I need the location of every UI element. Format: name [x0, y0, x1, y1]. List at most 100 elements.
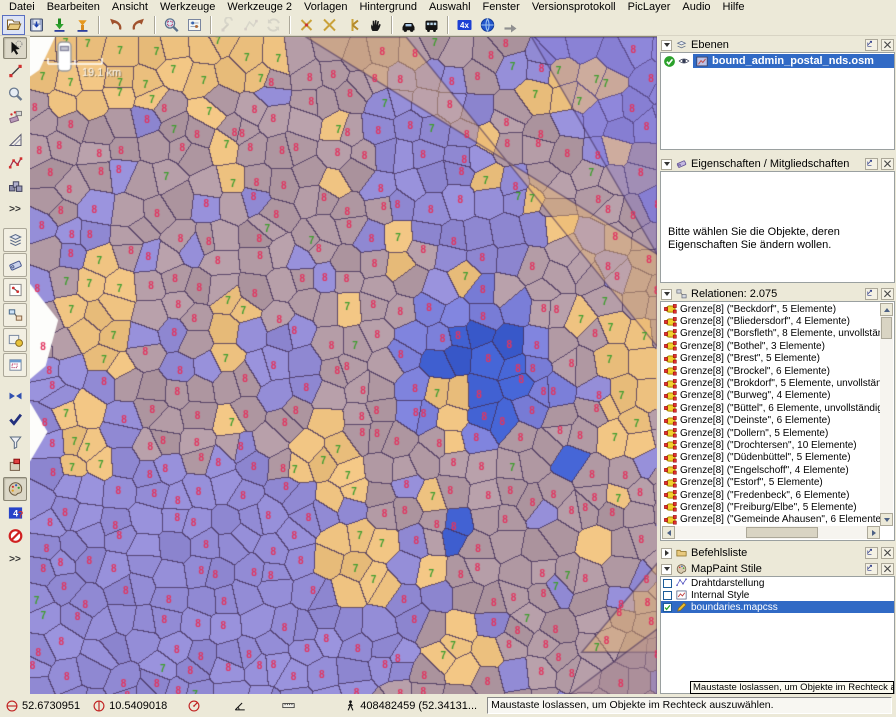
menu-werkzeuge[interactable]: Werkzeuge: [154, 0, 221, 14]
relation-row[interactable]: Grenze[8] ("Bliedersdorf", 4 Elemente): [662, 315, 880, 327]
tool-extrude-blocks-button[interactable]: [3, 175, 27, 197]
tool-filter-button[interactable]: [3, 431, 27, 453]
relation-row[interactable]: Grenze[8] ("Düdenbüttel", 5 Elemente): [662, 452, 880, 464]
toolbar-open-button[interactable]: [2, 15, 25, 35]
menu-piclayer[interactable]: PicLayer: [622, 0, 677, 14]
map-view[interactable]: [30, 36, 657, 694]
menu-versionsprotokoll[interactable]: Versionsprotokoll: [526, 0, 622, 14]
relation-row[interactable]: Grenze[8] ("Fredenbeck", 6 Elemente): [662, 489, 880, 501]
relation-row[interactable]: Grenze[8] ("Drochtersen", 10 Elemente): [662, 439, 880, 451]
relation-row[interactable]: Grenze[8] ("Brockel", 6 Elemente): [662, 365, 880, 377]
sticky-icon[interactable]: [865, 158, 878, 170]
sticky-icon[interactable]: [865, 563, 878, 575]
toolbar-redo-button[interactable]: [127, 15, 150, 35]
tool-selection-panel-button[interactable]: [3, 353, 27, 377]
relation-list[interactable]: Grenze[8] ("Beckdorf", 5 Elemente)Grenze…: [662, 303, 880, 526]
menu-werkzeuge-2[interactable]: Werkzeuge 2: [221, 0, 298, 14]
tool-tags-panel-button[interactable]: [3, 253, 27, 277]
relation-row[interactable]: Grenze[8] ("Deinste", 6 Elemente): [662, 415, 880, 427]
close-icon[interactable]: [881, 288, 894, 300]
menu-audio[interactable]: Audio: [676, 0, 716, 14]
relation-row[interactable]: Grenze[8] ("Estorf", 5 Elemente): [662, 476, 880, 488]
close-icon[interactable]: [881, 547, 894, 559]
menu-fenster[interactable]: Fenster: [477, 0, 526, 14]
tool-validator-button[interactable]: [3, 408, 27, 430]
toolbar-undo-button[interactable]: [104, 15, 127, 35]
collapse-icon[interactable]: [661, 289, 672, 300]
tool-draw-node-button[interactable]: [3, 60, 27, 82]
relation-row[interactable]: Grenze[8] ("Freiburg/Elbe", 5 Elemente): [662, 501, 880, 513]
relation-hscrollbar[interactable]: [662, 526, 880, 539]
toolbar-car-button[interactable]: [397, 15, 420, 35]
collapse-icon[interactable]: [661, 40, 672, 51]
menu-datei[interactable]: Datei: [3, 0, 41, 14]
tool-help-42-button[interactable]: 4?: [3, 502, 27, 524]
menu-auswahl[interactable]: Auswahl: [423, 0, 477, 14]
sticky-icon[interactable]: [865, 288, 878, 300]
collapse-icon[interactable]: [661, 564, 672, 575]
toolbar-pan-hand-button[interactable]: [364, 15, 387, 35]
checkbox-unchecked[interactable]: [663, 579, 672, 588]
relation-row[interactable]: Grenze[8] ("Borsfleth", 8 Elemente, unvo…: [662, 328, 880, 340]
toolbar-speed-4x-button[interactable]: 4x: [453, 15, 476, 35]
tool-way-tool-button[interactable]: [3, 152, 27, 174]
tool-authors-panel-button[interactable]: [3, 328, 27, 352]
layer-row[interactable]: bound_admin_postal_nds.osm: [661, 54, 894, 68]
relation-vscrollbar[interactable]: [880, 303, 893, 526]
relation-row[interactable]: Grenze[8] ("Büttel", 6 Elemente, unvolls…: [662, 402, 880, 414]
tool-mappaint-styles-button[interactable]: [3, 477, 27, 501]
relation-row[interactable]: Grenze[8] ("Brest", 5 Elemente): [662, 353, 880, 365]
collapse-icon[interactable]: [661, 159, 672, 170]
tool-relations-panel-button[interactable]: [3, 303, 27, 327]
layer-visible-eye-icon[interactable]: [677, 55, 691, 67]
expand-icon[interactable]: [661, 548, 672, 559]
toolbar-zoom-selection-button[interactable]: [160, 15, 183, 35]
menu-bearbeiten[interactable]: Bearbeiten: [41, 0, 106, 14]
relation-row[interactable]: Grenze[8] ("Bothel", 3 Elemente): [662, 340, 880, 352]
close-icon[interactable]: [881, 158, 894, 170]
mappaint-style-row[interactable]: boundaries.mapcss: [661, 601, 894, 613]
tool-no-entry-button[interactable]: [3, 525, 27, 547]
relation-row[interactable]: Grenze[8] ("Burweg", 4 Elemente): [662, 390, 880, 402]
menu-hilfe[interactable]: Hilfe: [717, 0, 751, 14]
toolbar-globe-button[interactable]: [476, 15, 499, 35]
map-canvas[interactable]: [30, 37, 657, 695]
toolbar-download-button[interactable]: [48, 15, 71, 35]
tool-nodelist-panel-button[interactable]: [3, 278, 27, 302]
relation-icon: [664, 317, 677, 327]
toolbar-bus-button[interactable]: [420, 15, 443, 35]
mappaint-style-row[interactable]: Drahtdarstellung: [661, 577, 894, 589]
toolbar-merge-way-button[interactable]: [318, 15, 341, 35]
layer-active-check-icon[interactable]: [663, 55, 676, 68]
relation-row[interactable]: Grenze[8] ("Beckdorf", 5 Elemente): [662, 303, 880, 315]
relation-row[interactable]: Grenze[8] ("Gemeinde Ahausen", 6 Element…: [662, 514, 880, 526]
tool-zoom-tool-button[interactable]: [3, 83, 27, 105]
tool-select-button[interactable]: [3, 37, 27, 59]
toolbar-unglue-button[interactable]: [341, 15, 364, 35]
checkbox-checked[interactable]: [663, 603, 672, 612]
close-icon[interactable]: [881, 563, 894, 575]
sticky-icon[interactable]: [865, 39, 878, 51]
close-icon[interactable]: [881, 39, 894, 51]
tool-changeset-manager-button[interactable]: [3, 454, 27, 476]
relation-row[interactable]: Grenze[8] ("Brokdorf", 5 Elemente, unvol…: [662, 377, 880, 389]
toolbar-save-button[interactable]: [25, 15, 48, 35]
toolbar-split-way-button[interactable]: [295, 15, 318, 35]
mappaint-style-row[interactable]: Internal Style: [661, 589, 894, 601]
menu-hintergrund[interactable]: Hintergrund: [353, 0, 422, 14]
tool-more-tools-button[interactable]: >>: [3, 198, 27, 220]
relation-row[interactable]: Grenze[8] ("Dollern", 5 Elemente): [662, 427, 880, 439]
tool-angle-tool-button[interactable]: [3, 129, 27, 151]
tool-layers-panel-button[interactable]: [3, 228, 27, 252]
tool-delete-tool-button[interactable]: [3, 106, 27, 128]
sticky-icon[interactable]: [865, 547, 878, 559]
toolbar-upload-button[interactable]: [71, 15, 94, 35]
tool-minmax-button[interactable]: [3, 385, 27, 407]
checkbox-unchecked[interactable]: [663, 591, 672, 600]
toolbar-preferences-button[interactable]: [183, 15, 206, 35]
relation-row[interactable]: Grenze[8] ("Engelschoff", 4 Elemente): [662, 464, 880, 476]
tool-more-panels-button[interactable]: >>: [3, 548, 27, 570]
toolbar-follow-line-button[interactable]: [499, 15, 522, 35]
menu-ansicht[interactable]: Ansicht: [106, 0, 154, 14]
menu-vorlagen[interactable]: Vorlagen: [298, 0, 353, 14]
